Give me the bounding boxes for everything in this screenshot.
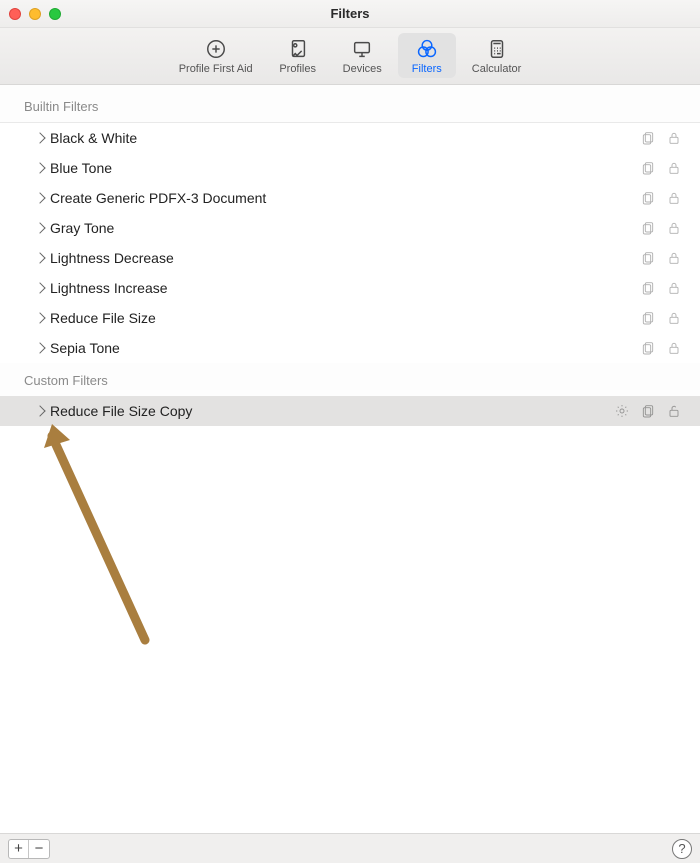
- filter-row[interactable]: Blue Tone: [0, 153, 700, 183]
- lock-icon: [666, 310, 682, 326]
- filter-label: Create Generic PDFX-3 Document: [50, 190, 640, 206]
- filter-label: Lightness Decrease: [50, 250, 640, 266]
- section-header-custom: Custom Filters: [0, 363, 700, 396]
- filter-label: Black & White: [50, 130, 640, 146]
- filter-label: Sepia Tone: [50, 340, 640, 356]
- duplicate-icon[interactable]: [640, 250, 656, 266]
- chevron-right-icon: [34, 405, 45, 416]
- tab-label: Filters: [412, 63, 442, 75]
- chevron-right-icon: [34, 282, 45, 293]
- chevron-right-icon: [34, 222, 45, 233]
- lock-icon: [666, 190, 682, 206]
- tab-profile-first-aid[interactable]: Profile First Aid: [169, 33, 263, 78]
- add-filter-button[interactable]: +: [9, 840, 29, 858]
- filters-icon: [416, 37, 438, 61]
- devices-icon: [351, 37, 373, 61]
- duplicate-icon[interactable]: [640, 190, 656, 206]
- lock-icon: [666, 130, 682, 146]
- duplicate-icon[interactable]: [640, 310, 656, 326]
- section-header-builtin: Builtin Filters: [0, 85, 700, 123]
- duplicate-icon[interactable]: [640, 220, 656, 236]
- first-aid-icon: [205, 37, 227, 61]
- filter-row[interactable]: Reduce File Size Copy: [0, 396, 700, 426]
- tab-label: Profile First Aid: [179, 63, 253, 75]
- duplicate-icon[interactable]: [640, 280, 656, 296]
- filter-row[interactable]: Lightness Decrease: [0, 243, 700, 273]
- bottom-bar: + − ?: [0, 833, 700, 863]
- calculator-icon: [486, 37, 508, 61]
- duplicate-icon[interactable]: [640, 340, 656, 356]
- filter-row[interactable]: Sepia Tone: [0, 333, 700, 363]
- filter-label: Blue Tone: [50, 160, 640, 176]
- filter-row[interactable]: Lightness Increase: [0, 273, 700, 303]
- maximize-window-button[interactable]: [49, 8, 61, 20]
- window-title: Filters: [0, 6, 700, 21]
- filter-row[interactable]: Create Generic PDFX-3 Document: [0, 183, 700, 213]
- chevron-right-icon: [34, 192, 45, 203]
- tab-calculator[interactable]: Calculator: [462, 33, 532, 78]
- lock-icon: [666, 220, 682, 236]
- duplicate-icon[interactable]: [640, 160, 656, 176]
- lock-icon: [666, 250, 682, 266]
- filter-label: Gray Tone: [50, 220, 640, 236]
- tab-label: Profiles: [279, 63, 316, 75]
- filter-label: Reduce File Size: [50, 310, 640, 326]
- lock-icon: [666, 340, 682, 356]
- annotation-arrow: [40, 420, 160, 650]
- custom-filters-list: Reduce File Size Copy: [0, 396, 700, 426]
- duplicate-icon[interactable]: [640, 403, 656, 419]
- tab-label: Calculator: [472, 63, 522, 75]
- tab-filters[interactable]: Filters: [398, 33, 456, 78]
- duplicate-icon[interactable]: [640, 130, 656, 146]
- profiles-icon: [287, 37, 309, 61]
- filter-row[interactable]: Black & White: [0, 123, 700, 153]
- chevron-right-icon: [34, 132, 45, 143]
- remove-filter-button[interactable]: −: [29, 840, 49, 858]
- tab-devices[interactable]: Devices: [333, 33, 392, 78]
- close-window-button[interactable]: [9, 8, 21, 20]
- window-titlebar: Filters: [0, 0, 700, 28]
- help-button[interactable]: ?: [672, 839, 692, 859]
- chevron-right-icon: [34, 342, 45, 353]
- tab-label: Devices: [343, 63, 382, 75]
- toolbar: Profile First Aid Profiles Devices Filte…: [0, 28, 700, 85]
- minimize-window-button[interactable]: [29, 8, 41, 20]
- filter-label: Lightness Increase: [50, 280, 640, 296]
- filter-row[interactable]: Gray Tone: [0, 213, 700, 243]
- unlock-icon[interactable]: [666, 403, 682, 419]
- builtin-filters-list: Black & White Blue Tone Create Generic P…: [0, 123, 700, 363]
- lock-icon: [666, 280, 682, 296]
- chevron-right-icon: [34, 312, 45, 323]
- chevron-right-icon: [34, 252, 45, 263]
- gear-icon[interactable]: [614, 403, 630, 419]
- filter-label: Reduce File Size Copy: [50, 403, 614, 419]
- filter-row[interactable]: Reduce File Size: [0, 303, 700, 333]
- chevron-right-icon: [34, 162, 45, 173]
- lock-icon: [666, 160, 682, 176]
- tab-profiles[interactable]: Profiles: [269, 33, 327, 78]
